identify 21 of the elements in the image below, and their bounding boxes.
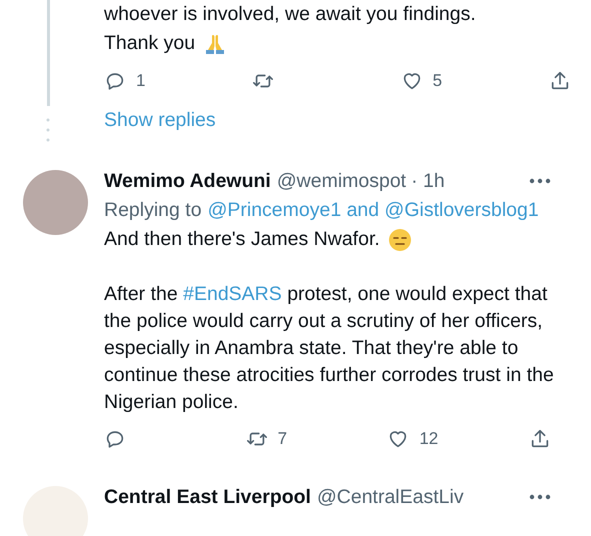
tweet-text: And then there's James Nwafor. [104,227,380,252]
replying-label: Replying to [104,198,202,223]
user-name: Central East Liverpool [104,485,311,510]
reply-button[interactable]: 1 [104,70,184,92]
more-icon[interactable] [529,494,551,500]
tweet-text: Thank you [104,31,196,56]
like-button[interactable]: 12 [387,428,468,450]
more-icon[interactable] [529,178,551,184]
show-replies-link[interactable]: Show replies [104,106,216,134]
timestamp: · 1h [411,169,445,194]
tweet-paragraph: After the #EndSARS protest, one would expect that the police would carry out a scrutiny of her officers, especially in Anambra state. That they're able to continue these atrocities further corrodes trust in the Nigerian police. [104,282,554,415]
like-button[interactable]: 5 [400,70,481,92]
dotted-line-icon [46,118,50,142]
expressionless-face-emoji-icon [388,228,412,252]
retweet-button[interactable]: 7 [246,428,326,450]
user-handle: @CentralEastLiv [316,485,464,510]
user-handle: @wemimospot [276,169,406,194]
mentions-link[interactable]: @Princemoye1 and @Gistloversblog1 [208,196,539,225]
user-name: Wemimo Adewuni [104,169,271,194]
tweet-text: whoever is involved, we await you findings. [104,2,476,27]
hashtag-link[interactable]: #EndSARS [183,283,282,305]
